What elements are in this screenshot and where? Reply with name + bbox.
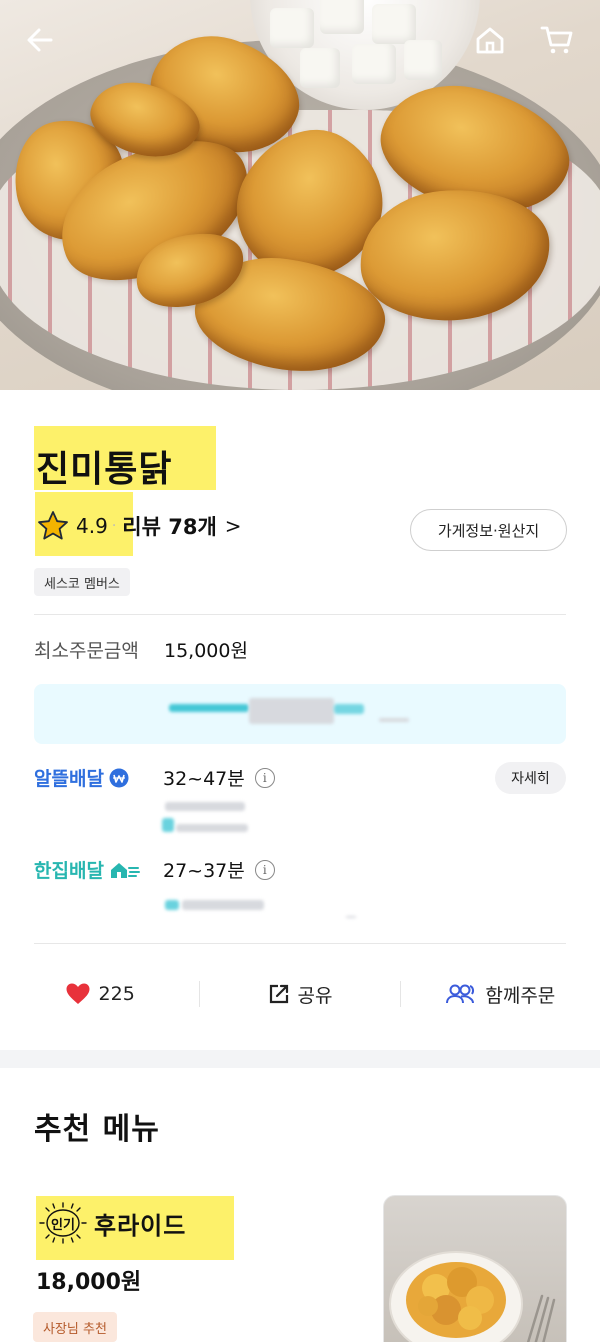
share-icon	[269, 984, 288, 1004]
group-order-button[interactable]: 함께주문	[401, 981, 600, 1008]
like-count: 225	[98, 983, 135, 1005]
divider	[34, 943, 566, 944]
review-count: 리뷰 78개	[122, 515, 217, 539]
divider	[34, 614, 566, 615]
info-icon[interactable]: i	[254, 767, 275, 788]
single-delivery-label: 한집배달	[34, 856, 140, 883]
menu-item[interactable]: 인기 후라이드	[38, 1202, 187, 1244]
arrow-left-icon	[27, 28, 53, 52]
rating-value: 4.9	[76, 514, 108, 538]
share-label: 공유	[297, 984, 333, 1007]
section-title: 추천 메뉴	[34, 1112, 160, 1147]
notice-banner[interactable]	[34, 684, 566, 744]
blurred-text	[165, 802, 245, 811]
group-users-icon	[446, 984, 475, 1004]
min-order-value: 15,000원	[164, 640, 248, 662]
rating-separator: ·	[111, 518, 117, 534]
cart-icon	[540, 26, 573, 54]
min-order-label: 최소주문금액	[34, 640, 139, 662]
blurred-text	[165, 900, 179, 910]
group-order-label: 함께주문	[485, 984, 556, 1007]
popular-badge: 인기	[38, 1202, 88, 1244]
store-page: 진미통닭 4.9 · 리뷰 78개 > 가게정보·원산지 세스코 멤버스 최소주…	[0, 0, 600, 1342]
star-icon	[38, 511, 68, 540]
owner-recommend-tag: 사장님 추천	[33, 1312, 117, 1342]
heart-icon	[66, 983, 90, 1004]
menu-item-image[interactable]	[383, 1195, 567, 1342]
back-button[interactable]	[20, 20, 60, 60]
value-delivery-time: 32~47분 i	[163, 764, 275, 791]
single-delivery-time-text: 27~37분	[163, 860, 245, 882]
menu-price: 18,000원	[36, 1270, 142, 1295]
share-button[interactable]: 공유	[200, 981, 399, 1008]
chevron-right-icon: >	[224, 514, 242, 538]
rating-row[interactable]: 4.9 · 리뷰 78개 >	[36, 506, 242, 546]
store-name: 진미통닭	[36, 449, 173, 490]
store-actions-bar: 225 공유 함께주문	[0, 966, 600, 1022]
home-icon	[476, 27, 504, 54]
value-delivery-time-text: 32~47분	[163, 768, 245, 790]
cesco-badge: 세스코 멤버스	[34, 568, 130, 596]
single-delivery-name: 한집배달	[34, 860, 104, 882]
store-info-origin-button[interactable]: 가게정보·원산지	[410, 509, 567, 551]
coin-won-icon	[109, 768, 129, 787]
single-delivery-time: 27~37분 i	[163, 856, 275, 883]
info-icon[interactable]: i	[254, 859, 275, 880]
value-delivery-name: 알뜰배달	[34, 768, 104, 790]
store-hero-image	[0, 0, 600, 390]
like-button[interactable]: 225	[0, 982, 199, 1006]
popular-badge-label: 인기	[51, 1217, 75, 1233]
cart-button[interactable]	[537, 20, 577, 60]
home-button[interactable]	[470, 20, 510, 60]
delivery-detail-button[interactable]: 자세히	[495, 762, 566, 794]
value-delivery-label: 알뜰배달	[34, 764, 130, 791]
menu-name: 후라이드	[94, 1211, 187, 1240]
home-speed-icon	[110, 862, 140, 878]
